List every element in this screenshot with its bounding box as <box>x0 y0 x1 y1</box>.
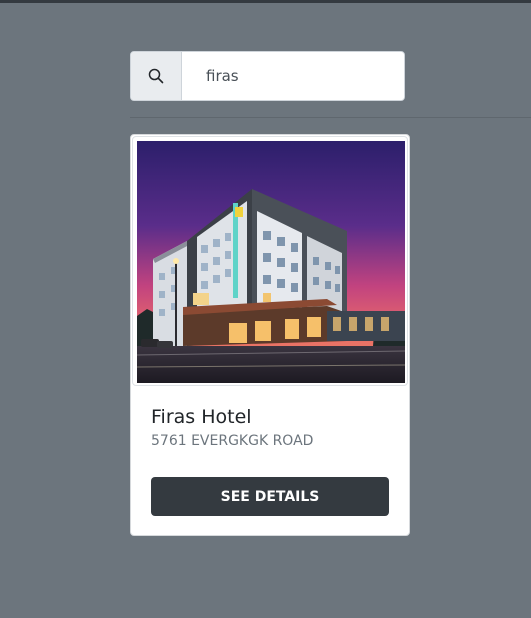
top-border-bar <box>0 0 531 3</box>
hotel-name: Firas Hotel <box>151 406 252 428</box>
see-details-button[interactable]: SEE DETAILS <box>151 477 389 516</box>
hotel-image-frame <box>132 136 408 386</box>
divider <box>130 117 531 118</box>
hotel-address: 5761 EVERGKGK ROAD <box>151 433 314 449</box>
search-input[interactable] <box>182 52 404 100</box>
hotel-photo[interactable] <box>137 141 405 383</box>
search-icon <box>148 68 164 84</box>
search-bar <box>130 51 405 101</box>
hotel-card: Firas Hotel 5761 EVERGKGK ROAD SEE DETAI… <box>130 134 410 536</box>
search-button[interactable] <box>131 52 182 100</box>
